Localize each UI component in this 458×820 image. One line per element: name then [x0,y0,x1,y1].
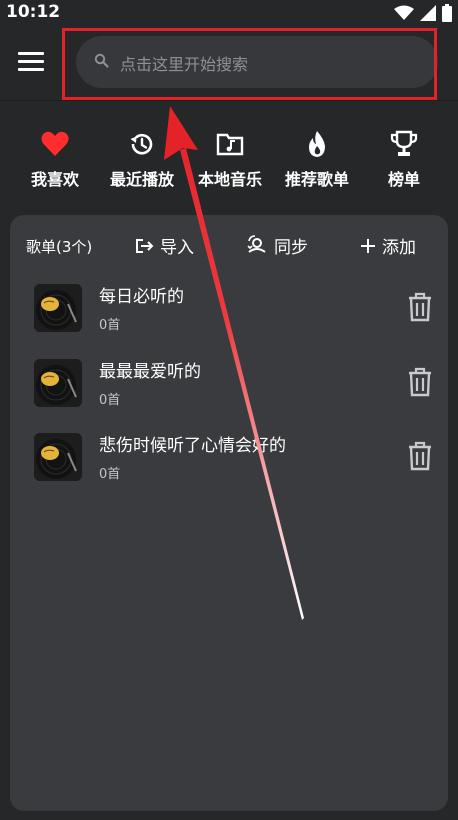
music-folder-icon [216,133,244,156]
nav-label: 榜单 [387,170,420,189]
playlist-item[interactable]: 悲伤时候听了心情会好的 0首 [10,427,448,487]
nav-label: 本地音乐 [197,170,262,189]
status-time: 10:12 [6,2,61,22]
quick-nav: 我喜欢 最近播放 本地音乐 推荐歌单 榜单 [0,128,458,198]
playlist-title: 悲伤时候听了心情会好的 [99,436,286,456]
battery-icon [442,4,452,22]
vinyl-cover-icon [34,359,82,407]
sync-button[interactable]: 同步 [246,233,308,258]
nav-recent[interactable]: 最近播放 [97,128,187,190]
vinyl-cover-icon [34,284,82,332]
menu-icon-line [18,60,44,63]
import-label: 导入 [160,238,194,258]
nav-local-music[interactable]: 本地音乐 [185,128,275,190]
wifi-icon [394,5,414,20]
menu-icon-line [18,68,44,71]
delete-icon[interactable] [406,292,434,322]
playlist-item[interactable]: 最最最爱听的 0首 [10,353,448,413]
search-highlight-annotation [62,28,437,100]
status-bar: 10:12 [0,0,458,26]
playlist-count: 歌单(3个) [26,238,93,256]
playlist-item[interactable]: 每日必听的 0首 [10,278,448,338]
status-icons [394,4,452,22]
delete-icon[interactable] [406,367,434,397]
add-label: 添加 [382,238,416,258]
import-button[interactable]: 导入 [134,233,194,258]
add-playlist-button[interactable]: 添加 [360,233,416,258]
playlist-title: 每日必听的 [99,287,184,307]
nav-label: 最近播放 [109,170,174,189]
playlist-track-count: 0首 [99,393,121,408]
delete-icon[interactable] [406,441,434,471]
import-icon [136,238,154,253]
plus-icon [361,238,375,253]
sync-label: 同步 [274,238,308,258]
menu-icon-line [18,52,44,55]
top-bar: 点击这里开始搜索 [0,26,458,101]
nav-label: 我喜欢 [30,170,79,189]
nav-recommended[interactable]: 推荐歌单 [272,128,362,190]
trophy-icon [390,130,418,156]
vinyl-cover-icon [34,433,82,481]
panel-header: 歌单(3个) 导入 同步 添加 [10,215,448,275]
nav-label: 推荐歌单 [284,170,349,189]
menu-button[interactable] [18,52,44,74]
sync-icon [247,234,266,253]
nav-favorites[interactable]: 我喜欢 [10,128,100,190]
cell-signal-icon [420,5,436,21]
playlist-track-count: 0首 [99,318,121,333]
playlists-panel: 歌单(3个) 导入 同步 添加 每日必听的 0首 最最最爱听的 0首 悲伤时候听… [10,215,448,811]
flame-icon [309,131,325,157]
heart-icon [41,131,69,156]
nav-charts[interactable]: 榜单 [359,128,449,190]
playlist-track-count: 0首 [99,467,121,482]
playlist-title: 最最最爱听的 [99,362,201,382]
history-icon [130,133,153,155]
